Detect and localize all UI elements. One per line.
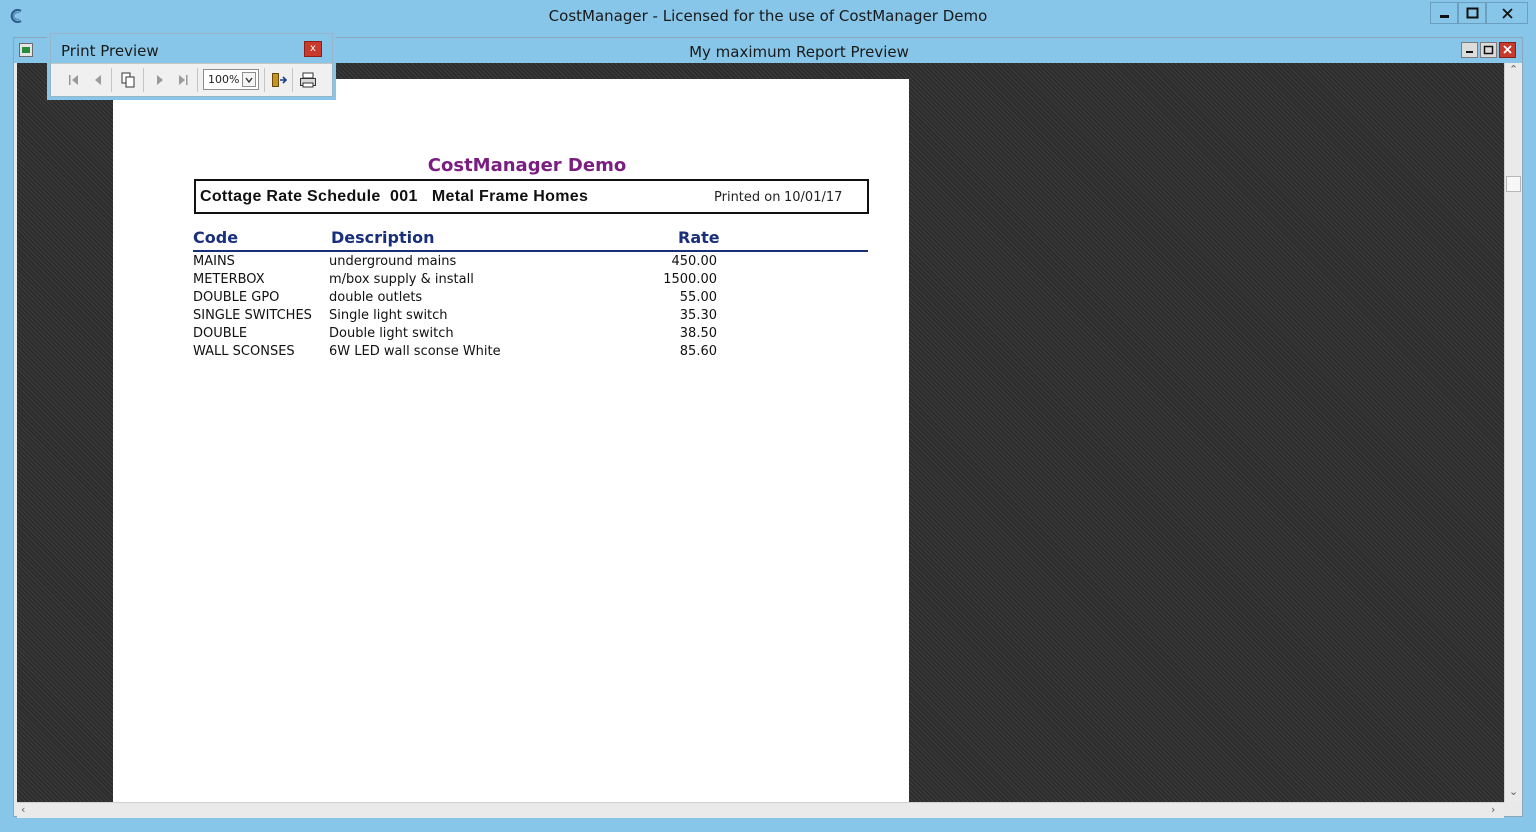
toolbar-separator: [292, 68, 293, 92]
maximize-icon: [1466, 7, 1479, 19]
row-code: WALL SCONSES: [193, 344, 295, 359]
scroll-up-icon[interactable]: ⌃: [1509, 63, 1518, 77]
child-minimize-button[interactable]: [1461, 42, 1478, 58]
table-row: DOUBLE Double light switch 38.50: [193, 326, 873, 344]
copy-button[interactable]: [117, 69, 139, 91]
row-description: underground mains: [329, 254, 457, 269]
scroll-right-icon[interactable]: ›: [1491, 803, 1495, 817]
report-header-box: Cottage Rate Schedule 001 Metal Frame Ho…: [194, 179, 869, 214]
row-rate: 450.00: [671, 254, 718, 269]
row-description: double outlets: [329, 290, 423, 305]
table-row: WALL SCONSES 6W LED wall sconse White 85…: [193, 344, 873, 362]
table-row: MAINS underground mains 450.00: [193, 254, 873, 272]
minimize-button[interactable]: [1430, 2, 1458, 24]
toolbar-separator: [111, 68, 112, 92]
row-code: DOUBLE: [193, 326, 248, 341]
table-row: SINGLE SWITCHES Single light switch 35.3…: [193, 308, 873, 326]
previous-page-icon: [95, 75, 101, 85]
close-button[interactable]: [1486, 2, 1528, 24]
print-preview-title: Print Preview: [61, 42, 159, 60]
row-code: MAINS: [193, 254, 235, 269]
maximize-button[interactable]: [1458, 2, 1486, 24]
last-page-icon: [179, 75, 188, 85]
previous-page-button[interactable]: [87, 69, 109, 91]
minimize-icon: [1440, 15, 1449, 18]
zoom-select[interactable]: 100%: [203, 69, 259, 90]
toolbar-separator: [143, 68, 144, 92]
row-code: SINGLE SWITCHES: [193, 308, 312, 323]
preview-viewport: CostManager Demo Cottage Rate Schedule 0…: [17, 63, 1504, 802]
horizontal-scrollbar[interactable]: ‹ ›: [17, 802, 1504, 818]
table-row: METERBOX m/box supply & install 1500.00: [193, 272, 873, 290]
report-preview-window: My maximum Report Preview CostManager De…: [13, 37, 1523, 818]
vertical-scrollbar[interactable]: ⌃ ⌄: [1504, 63, 1522, 802]
child-restore-button[interactable]: [1480, 42, 1497, 58]
toolbar-separator: [197, 68, 198, 92]
print-button[interactable]: [297, 69, 319, 91]
row-rate: 85.60: [679, 344, 717, 359]
column-header-description: Description: [331, 228, 435, 247]
row-rate: 35.30: [679, 308, 717, 323]
vertical-scroll-thumb[interactable]: [1506, 176, 1521, 192]
zoom-value: 100%: [208, 73, 240, 86]
scroll-left-icon[interactable]: ‹: [21, 803, 25, 817]
chevron-down-icon[interactable]: [242, 72, 256, 87]
report-page: CostManager Demo Cottage Rate Schedule 0…: [113, 79, 909, 802]
first-page-icon: [69, 75, 78, 85]
print-preview-buttons: 100%: [51, 63, 332, 96]
exit-preview-button[interactable]: [267, 69, 289, 91]
column-header-rule: [193, 250, 868, 252]
column-header-rate: Rate: [678, 228, 720, 247]
minimize-icon: [1466, 51, 1473, 53]
row-rate: 55.00: [679, 290, 717, 305]
restore-icon: [1483, 45, 1494, 55]
table-row: DOUBLE GPO double outlets 55.00: [193, 290, 873, 308]
app-title: CostManager - Licensed for the use of Co…: [548, 7, 988, 25]
printed-on-label: Printed on: [714, 190, 781, 205]
next-page-icon: [157, 75, 163, 85]
app-titlebar: CostManager - Licensed for the use of Co…: [0, 0, 1536, 32]
next-page-button[interactable]: [148, 69, 170, 91]
row-description: m/box supply & install: [329, 272, 474, 287]
last-page-button[interactable]: [171, 69, 193, 91]
printed-on-date: 10/01/17: [784, 190, 843, 205]
print-preview-toolbar: Print Preview x 100%: [50, 33, 333, 97]
row-rate: 1500.00: [663, 272, 717, 287]
first-page-button[interactable]: [63, 69, 85, 91]
close-icon: [1502, 8, 1513, 19]
print-preview-titlebar[interactable]: Print Preview x: [51, 34, 332, 63]
row-description: 6W LED wall sconse White: [329, 344, 501, 359]
row-code: METERBOX: [193, 272, 265, 287]
close-icon: [1503, 45, 1512, 54]
report-header-title: Cottage Rate Schedule 001 Metal Frame Ho…: [200, 188, 589, 205]
copy-icon: [121, 72, 135, 88]
toolbar-separator: [264, 68, 265, 92]
column-header-code: Code: [193, 228, 239, 247]
row-description: Double light switch: [329, 326, 454, 341]
child-close-button[interactable]: [1499, 42, 1516, 58]
row-description: Single light switch: [329, 308, 448, 323]
scroll-down-icon[interactable]: ⌄: [1509, 785, 1518, 799]
row-rate: 38.50: [679, 326, 717, 341]
row-code: DOUBLE GPO: [193, 290, 280, 305]
report-company-name: CostManager Demo: [427, 155, 627, 176]
printer-icon: [300, 72, 316, 88]
exit-door-icon: [272, 73, 288, 87]
print-preview-close-button[interactable]: x: [304, 41, 322, 57]
